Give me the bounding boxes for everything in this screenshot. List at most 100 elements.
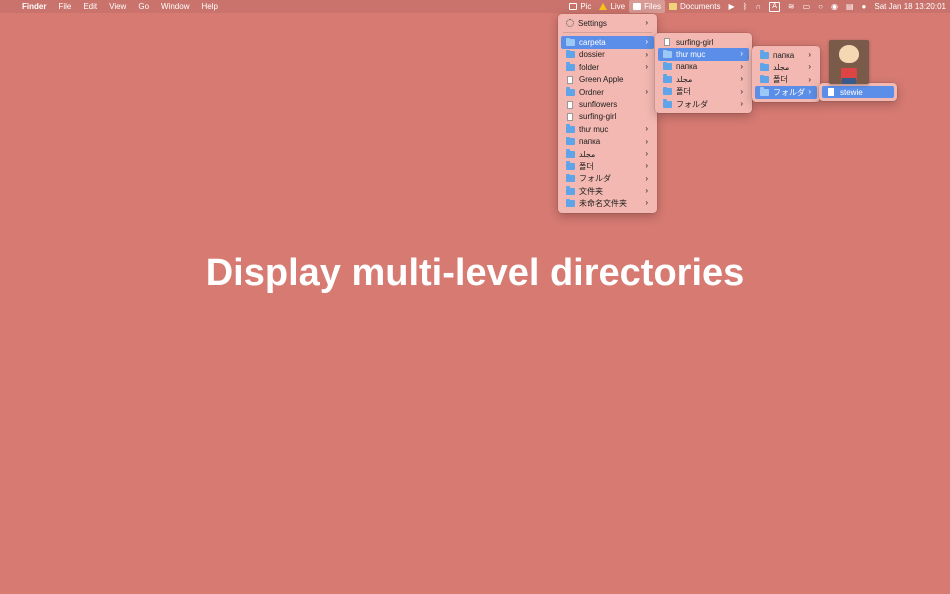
folder-icon: [566, 49, 575, 59]
menu-item-label: папка: [773, 50, 795, 60]
chevron-right-icon: ›: [808, 87, 811, 97]
menu-item-label: مجلد: [579, 149, 596, 159]
menu-item-label: مجلد: [676, 74, 693, 84]
file-menu-item[interactable]: Green Apple: [561, 74, 654, 86]
folder-icon: [663, 49, 672, 59]
menu-item-label: dossier: [579, 50, 605, 60]
folder-icon: [566, 62, 575, 71]
chevron-right-icon: ›: [808, 50, 811, 59]
siri-icon[interactable]: ●: [858, 0, 871, 13]
folder-menu-item[interactable]: 폴더 ›: [658, 86, 749, 98]
folder-menu-item[interactable]: thư mục ›: [561, 123, 654, 135]
menu-item-label: stewie: [840, 87, 863, 97]
live-status-item[interactable]: Live: [595, 0, 629, 13]
file-menu-item[interactable]: sunflowers: [561, 98, 654, 110]
folder-menu-item[interactable]: フォルダ ›: [755, 86, 817, 99]
menu-item-label: フォルダ: [773, 87, 805, 97]
picture-icon: [569, 3, 578, 10]
documents-status-item[interactable]: Documents: [665, 0, 724, 13]
folder-menu-item[interactable]: مجلد ›: [755, 61, 817, 73]
folder-menu-item[interactable]: フォルダ ›: [658, 98, 749, 110]
folder-menu-item[interactable]: carpeta ›: [561, 36, 654, 49]
headline: Display multi-level directories: [205, 252, 745, 294]
menu-item-label: папка: [676, 62, 698, 72]
menu-item-label: thư mục: [676, 50, 706, 60]
files-status-item[interactable]: Files: [629, 0, 666, 13]
folder-icon: [760, 50, 769, 59]
folder-menu-item[interactable]: folder ›: [561, 61, 654, 73]
folder-menu-item[interactable]: 文件夹 ›: [561, 185, 654, 197]
apple-menu-icon[interactable]: [0, 0, 16, 13]
chevron-right-icon: ›: [740, 49, 743, 59]
play-icon[interactable]: ▶: [724, 0, 738, 13]
folder-menu-item[interactable]: thư mục ›: [658, 48, 749, 61]
menu-file[interactable]: File: [52, 0, 77, 13]
chevron-right-icon: ›: [645, 148, 648, 158]
settings-label: Settings: [578, 18, 607, 28]
menu-window[interactable]: Window: [155, 0, 195, 13]
menu-item-label: Green Apple: [579, 75, 624, 85]
menu-bar-extras: Pic Live Files Documents ▶ ᛒ ∩ A ≋ ▭ ○ ◉…: [565, 0, 950, 13]
file-icon: [664, 38, 670, 47]
folder-icon: [566, 161, 575, 170]
chevron-right-icon: ›: [645, 198, 648, 208]
headphones-icon[interactable]: ∩: [751, 0, 765, 13]
menu-item-label: surfing-girl: [676, 37, 714, 47]
folder-menu-item[interactable]: папка ›: [658, 61, 749, 73]
chevron-right-icon: ›: [645, 173, 648, 183]
chevron-right-icon: ›: [740, 74, 743, 84]
menu-bar-left: Finder File Edit View Go Window Help: [0, 0, 224, 13]
pic-label: Pic: [580, 2, 592, 11]
files-menu: Settings › carpeta › dossier › folder › Green …: [558, 14, 657, 213]
menu-view[interactable]: View: [103, 0, 132, 13]
folder-icon: [663, 86, 672, 96]
menu-item-label: thư mục: [579, 124, 609, 134]
documents-icon: [669, 3, 678, 10]
input-source-icon[interactable]: A: [765, 0, 784, 13]
menu-edit[interactable]: Edit: [77, 0, 103, 13]
folder-icon: [760, 62, 769, 72]
file-menu-item[interactable]: stewie: [822, 86, 894, 99]
menu-go[interactable]: Go: [132, 0, 155, 13]
settings-menu-item[interactable]: Settings ›: [561, 17, 654, 29]
menu-app-name[interactable]: Finder: [16, 0, 52, 13]
clock[interactable]: Sat Jan 18 13:20:01: [870, 0, 950, 13]
file-menu-item[interactable]: surfing-girl: [658, 36, 749, 48]
folder-icon: [566, 136, 575, 146]
live-label: Live: [610, 2, 626, 11]
folder-menu-item[interactable]: 폴더 ›: [561, 160, 654, 172]
bluetooth-icon[interactable]: ᛒ: [739, 0, 752, 13]
folder-icon: [566, 186, 575, 195]
folder-menu-item[interactable]: مجلد ›: [658, 73, 749, 85]
menu-item-label: Ordner: [579, 87, 604, 97]
folder-menu-item[interactable]: مجلد ›: [561, 148, 654, 160]
spotlight-search-icon[interactable]: ○: [814, 0, 827, 13]
file-icon: [567, 75, 573, 84]
folder-menu-item[interactable]: dossier ›: [561, 49, 654, 61]
folder-icon: [663, 61, 672, 71]
wifi-icon[interactable]: ≋: [784, 0, 799, 13]
chevron-right-icon: ›: [645, 161, 648, 171]
chevron-right-icon: ›: [645, 186, 648, 196]
folder-menu-item[interactable]: папка ›: [755, 49, 817, 61]
menu-help[interactable]: Help: [195, 0, 223, 13]
chevron-right-icon: ›: [808, 74, 811, 84]
folder-menu-item[interactable]: папка ›: [561, 136, 654, 148]
folder-menu-item[interactable]: 未命名文件夹 ›: [561, 197, 654, 209]
thu-muc-submenu: папка › مجلد › 폴더 › フォルダ ›: [752, 46, 820, 102]
chevron-right-icon: ›: [645, 49, 648, 59]
menu-item-label: carpeta: [579, 38, 606, 48]
chevron-right-icon: ›: [740, 98, 743, 108]
control-center-icon[interactable]: ▤: [842, 0, 858, 13]
folder-menu-item[interactable]: Ordner ›: [561, 86, 654, 98]
chevron-right-icon: ›: [740, 61, 743, 71]
chevron-right-icon: ›: [645, 136, 648, 146]
battery-icon[interactable]: ▭: [799, 0, 815, 13]
file-menu-item[interactable]: surfing-girl: [561, 111, 654, 123]
folder-menu-item[interactable]: 폴더 ›: [755, 74, 817, 86]
folder-menu-item[interactable]: フォルダ ›: [561, 173, 654, 185]
user-icon[interactable]: ◉: [827, 0, 842, 13]
folder-icon: [663, 99, 672, 108]
pic-status-item[interactable]: Pic: [565, 0, 595, 13]
menu-item-label: 폴더: [773, 75, 788, 85]
